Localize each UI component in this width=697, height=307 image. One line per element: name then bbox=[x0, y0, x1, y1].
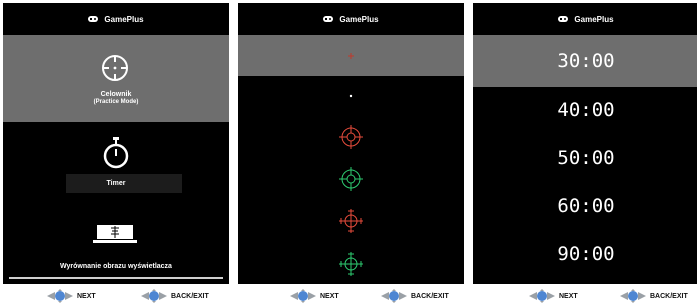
nav-joystick-icon bbox=[290, 289, 316, 303]
timer-option-30[interactable]: 30:00 bbox=[473, 35, 697, 87]
crosshair-icon bbox=[102, 55, 128, 81]
stopwatch-icon bbox=[103, 137, 129, 169]
panel-header: GamePlus bbox=[3, 3, 229, 35]
crosshair-tiny-red-icon bbox=[348, 53, 354, 59]
crosshair-circle-red-icon bbox=[339, 125, 363, 149]
display-alignment-icon bbox=[93, 225, 137, 243]
footer-next-2: NEXT bbox=[290, 285, 339, 307]
crosshair-cross-green-icon bbox=[339, 252, 363, 276]
nav-joystick-icon bbox=[141, 289, 167, 303]
crosshair-select-panel: GamePlus bbox=[238, 3, 464, 284]
timer-value: 40:00 bbox=[557, 99, 615, 121]
back-exit-label: BACK/EXIT bbox=[411, 292, 449, 300]
timer-option-50[interactable]: 50:00 bbox=[473, 135, 697, 183]
display-alignment-title: Wyrównanie obrazu wyświetlacza bbox=[60, 263, 172, 270]
timer-value: 50:00 bbox=[557, 147, 615, 169]
scroll-indicator bbox=[9, 277, 223, 279]
crosshair-title: Celownik bbox=[100, 91, 132, 98]
footer-back-1: BACK/EXIT bbox=[141, 285, 209, 307]
header-title: GamePlus bbox=[574, 14, 614, 24]
timer-value: 60:00 bbox=[557, 195, 615, 217]
nav-joystick-icon bbox=[529, 289, 555, 303]
gamepad-icon bbox=[323, 16, 334, 22]
timer-select-panel: GamePlus 30:00 40:00 50:00 60:00 90:00 bbox=[473, 3, 697, 284]
header-title: GamePlus bbox=[104, 14, 144, 24]
menu-item-display-alignment[interactable]: Wyrównanie obrazu wyświetlacza bbox=[3, 202, 229, 274]
timer-option-60[interactable]: 60:00 bbox=[473, 183, 697, 231]
nav-joystick-icon bbox=[47, 289, 73, 303]
crosshair-option-1[interactable] bbox=[238, 35, 464, 76]
crosshair-option-3[interactable] bbox=[238, 118, 464, 158]
panel-header: GamePlus bbox=[473, 3, 697, 35]
gameplus-menu-panel: GamePlus Celownik (Practice Mode) Timer bbox=[3, 3, 229, 284]
crosshair-option-6[interactable] bbox=[238, 246, 464, 284]
back-exit-label: BACK/EXIT bbox=[171, 292, 209, 300]
timer-title: Timer bbox=[106, 180, 126, 187]
footer-back-3: BACK/EXIT bbox=[620, 285, 688, 307]
crosshair-option-2[interactable] bbox=[238, 76, 464, 116]
timer-option-40[interactable]: 40:00 bbox=[473, 87, 697, 135]
nav-joystick-icon bbox=[620, 289, 646, 303]
nav-joystick-icon bbox=[381, 289, 407, 303]
next-label: NEXT bbox=[559, 292, 578, 300]
next-label: NEXT bbox=[77, 292, 96, 300]
menu-item-timer[interactable]: Timer bbox=[3, 122, 229, 202]
next-label: NEXT bbox=[320, 292, 339, 300]
timer-option-90[interactable]: 90:00 bbox=[473, 231, 697, 281]
crosshair-option-5[interactable] bbox=[238, 204, 464, 244]
crosshair-option-4[interactable] bbox=[238, 161, 464, 201]
timer-value: 30:00 bbox=[557, 50, 615, 72]
footer-next-1: NEXT bbox=[47, 285, 96, 307]
header-title: GamePlus bbox=[339, 14, 379, 24]
crosshair-cross-red-icon bbox=[339, 209, 363, 233]
gamepad-icon bbox=[558, 16, 569, 22]
menu-item-crosshair[interactable]: Celownik (Practice Mode) bbox=[3, 35, 229, 122]
crosshair-circle-green-icon bbox=[339, 167, 363, 191]
panel-header: GamePlus bbox=[238, 3, 464, 35]
footer-next-3: NEXT bbox=[529, 285, 578, 307]
crosshair-subtitle: (Practice Mode) bbox=[93, 99, 139, 105]
back-exit-label: BACK/EXIT bbox=[650, 292, 688, 300]
footer-back-2: BACK/EXIT bbox=[381, 285, 449, 307]
timer-value: 90:00 bbox=[557, 243, 615, 265]
dot-icon bbox=[349, 94, 353, 98]
gamepad-icon bbox=[88, 16, 99, 22]
